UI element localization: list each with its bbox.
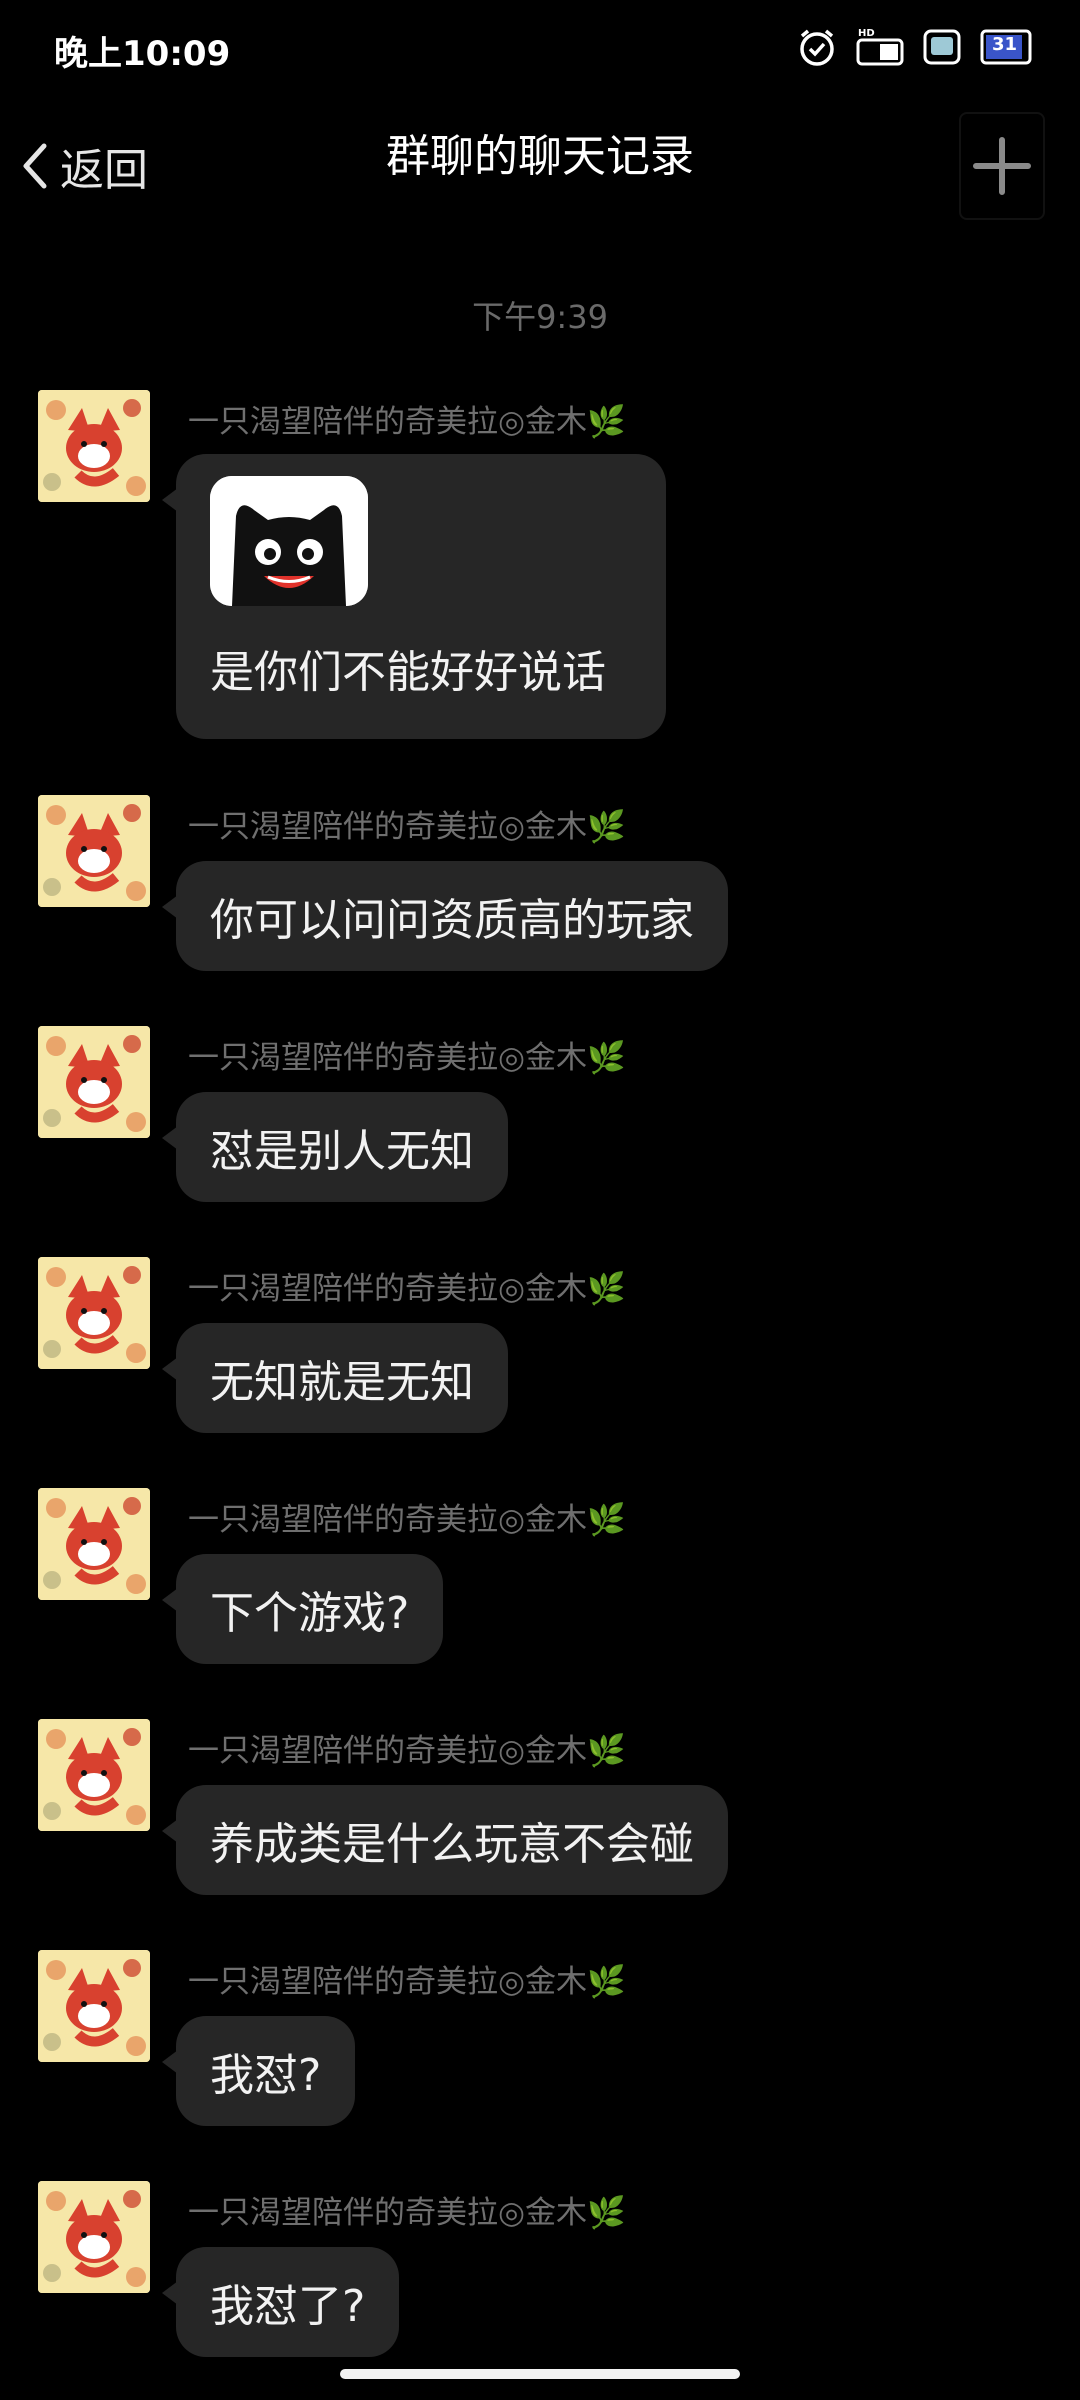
avatar-image bbox=[38, 390, 150, 502]
sender-name: 一只渴望陪伴的奇美拉◎金木🌿 bbox=[188, 809, 626, 845]
status-bar: 晚上10:09 HD 31 bbox=[0, 0, 1080, 100]
sender-name: 一只渴望陪伴的奇美拉◎金木🌿 bbox=[188, 1733, 626, 1769]
sender-name: 一只渴望陪伴的奇美拉◎金木🌿 bbox=[188, 1502, 626, 1538]
avatar[interactable] bbox=[38, 390, 150, 502]
avatar[interactable] bbox=[38, 1257, 150, 1369]
chat-timestamp: 下午9:39 bbox=[472, 298, 608, 336]
message-bubble[interactable]: 我怼? bbox=[161, 2016, 356, 2126]
battery-icon: 31 bbox=[980, 27, 1034, 67]
avatar-image bbox=[38, 1950, 150, 2062]
message-text: 我怼了? bbox=[210, 2281, 366, 2332]
hd-signal-icon: HD bbox=[856, 28, 904, 66]
avatar-image bbox=[38, 1719, 150, 1831]
page-title: 群聊的聊天记录 bbox=[386, 131, 694, 182]
avatar[interactable] bbox=[38, 1026, 150, 1138]
message-bubble[interactable]: 你可以问问资质高的玩家 bbox=[162, 861, 728, 971]
message-bubble[interactable]: 无知就是无知 bbox=[162, 1323, 508, 1433]
message-bubble[interactable]: 是你们不能好好说话 bbox=[162, 454, 666, 739]
sender-name: 一只渴望陪伴的奇美拉◎金木🌿 bbox=[188, 1964, 626, 2000]
message-text: 怼是别人无知 bbox=[210, 1126, 474, 1177]
sender-name: 一只渴望陪伴的奇美拉◎金木🌿 bbox=[188, 1040, 626, 1076]
plus-icon bbox=[973, 137, 1031, 195]
avatar-image bbox=[38, 2181, 150, 2293]
nav-bar: 返回 群聊的聊天记录 bbox=[0, 100, 1080, 230]
message-text: 我怼? bbox=[210, 2050, 322, 2101]
sender-name: 一只渴望陪伴的奇美拉◎金木🌿 bbox=[188, 1271, 626, 1307]
sticker-image[interactable] bbox=[210, 476, 368, 606]
avatar[interactable] bbox=[38, 1950, 150, 2062]
message-text: 下个游戏? bbox=[210, 1588, 410, 1639]
alarm-icon bbox=[800, 29, 834, 66]
sender-name: 一只渴望陪伴的奇美拉◎金木🌿 bbox=[188, 404, 626, 440]
avatar[interactable] bbox=[38, 795, 150, 907]
message-text: 养成类是什么玩意不会碰 bbox=[210, 1819, 694, 1870]
plus-button[interactable] bbox=[959, 112, 1045, 220]
avatar-image bbox=[38, 795, 150, 907]
avatar[interactable] bbox=[38, 2181, 150, 2293]
avatar[interactable] bbox=[38, 1488, 150, 1600]
message-bubble[interactable]: 养成类是什么玩意不会碰 bbox=[162, 1785, 728, 1895]
avatar-image bbox=[38, 1026, 150, 1138]
svg-text:HD: HD bbox=[858, 28, 875, 39]
wifi-icon bbox=[923, 29, 961, 65]
message-text: 无知就是无知 bbox=[210, 1357, 474, 1408]
home-indicator[interactable] bbox=[340, 2369, 740, 2379]
message-bubble[interactable]: 怼是别人无知 bbox=[162, 1092, 508, 1202]
message-bubble[interactable]: 我怼了? bbox=[161, 2247, 400, 2357]
avatar[interactable] bbox=[38, 1719, 150, 1831]
sender-name: 一只渴望陪伴的奇美拉◎金木🌿 bbox=[188, 2195, 626, 2231]
status-icons: HD 31 bbox=[796, 26, 1034, 68]
message-bubble[interactable]: 下个游戏? bbox=[161, 1554, 444, 1664]
avatar-image bbox=[38, 1257, 150, 1369]
battery-level: 31 bbox=[992, 34, 1018, 55]
avatar-image bbox=[38, 1488, 150, 1600]
status-time: 晚上10:09 bbox=[54, 34, 231, 74]
message-text: 是你们不能好好说话 bbox=[210, 647, 606, 698]
message-text: 你可以问问资质高的玩家 bbox=[210, 895, 694, 946]
